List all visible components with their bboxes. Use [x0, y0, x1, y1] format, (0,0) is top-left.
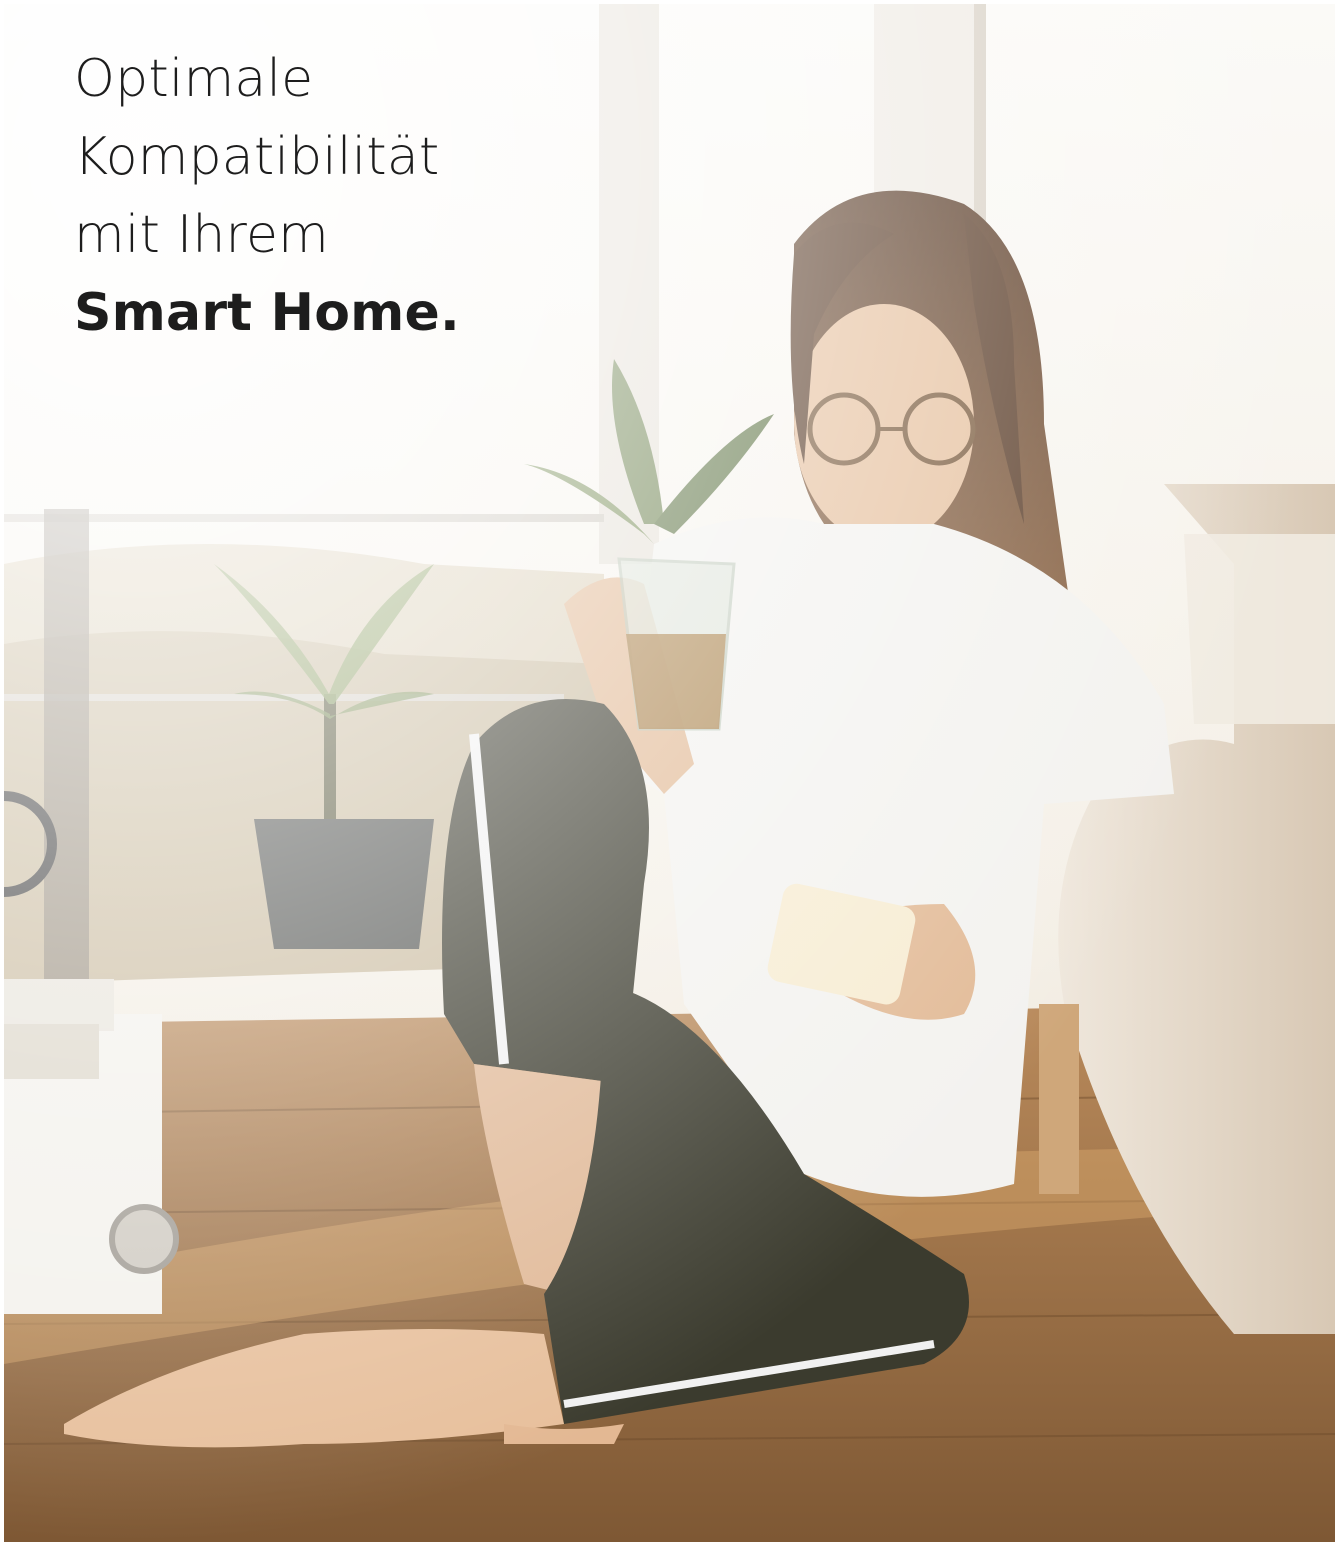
- headline-line-2: Kompatibilität: [74, 127, 440, 187]
- headline-line-1: Optimale: [74, 49, 314, 109]
- hero-banner: Optimale Kompatibilität mit Ihrem Smart …: [0, 0, 1341, 1546]
- headline-line-4-bold: Smart Home.: [74, 283, 460, 343]
- headline: Optimale Kompatibilität mit Ihrem Smart …: [74, 40, 460, 352]
- headline-line-3: mit Ihrem: [74, 205, 329, 265]
